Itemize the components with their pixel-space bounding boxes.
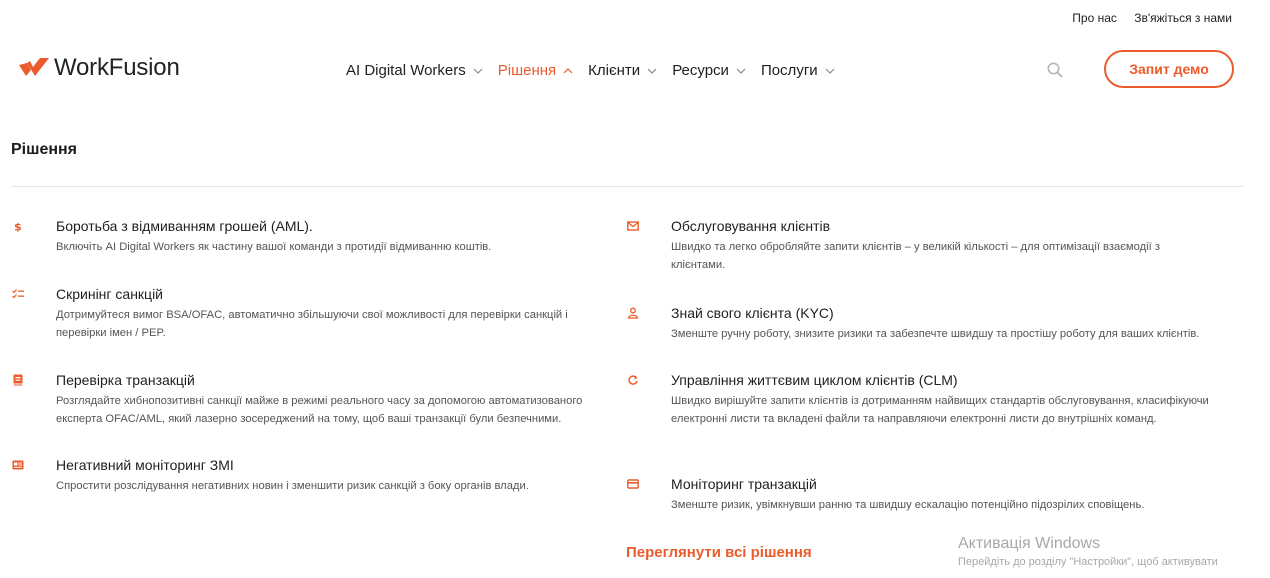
watermark-subtitle: Перейдіть до розділу "Настройки", щоб ак… [958, 556, 1218, 568]
search-icon[interactable] [1046, 61, 1064, 79]
nav-resources[interactable]: Ресурси [672, 62, 747, 79]
nav-clients[interactable]: Клієнти [588, 62, 658, 79]
utility-links: Про нас Зв'яжіться з нами [1058, 11, 1232, 25]
logo-mark-icon [19, 58, 49, 76]
envelope-icon [627, 220, 639, 232]
about-link[interactable]: Про нас [1072, 11, 1117, 25]
chevron-down-icon [646, 66, 658, 76]
nav-label: Послуги [760, 62, 818, 79]
newspaper-icon [12, 459, 24, 471]
card-icon [627, 478, 639, 490]
solution-description: Швидко вирішуйте запити клієнтів із дотр… [671, 395, 1209, 425]
divider [11, 186, 1243, 187]
svg-text:$: $ [14, 221, 22, 233]
nav-label: Клієнти [588, 62, 641, 79]
solution-title: Боротьба з відмиванням грошей (AML). [56, 218, 313, 234]
chevron-up-icon [562, 66, 574, 76]
chevron-down-icon [472, 66, 484, 76]
book-icon [12, 374, 24, 386]
main-nav: AI Digital Workers Рішення Клієнти Ресур… [346, 62, 836, 79]
solution-description: Зменште ручну роботу, знизите ризики та … [671, 328, 1200, 340]
request-demo-button[interactable]: Запит демо [1104, 50, 1234, 88]
solution-description: Зменште ризик, увімкнувши ранню та швидш… [671, 499, 1145, 511]
workfusion-logo[interactable]: WorkFusion [18, 54, 180, 82]
view-all-solutions-link[interactable]: Переглянути всі рішення [626, 544, 812, 561]
solution-title: Скринінг санкцій [56, 286, 164, 302]
solution-title: Моніторинг транзакцій [671, 476, 817, 492]
section-title: Рішення [11, 141, 78, 158]
solution-description: Дотримуйтеся вимог BSA/OFAC, автоматично… [56, 309, 568, 339]
solution-description: Розглядайте хибнопозитивні санкції майже… [56, 395, 583, 425]
nav-label: Ресурси [672, 62, 729, 79]
chevron-down-icon [824, 66, 836, 76]
solution-title: Обслуговування клієнтів [671, 218, 831, 234]
contact-link[interactable]: Зв'яжіться з нами [1134, 11, 1232, 25]
nav-label: AI Digital Workers [346, 62, 466, 79]
solution-title: Перевірка транзакцій [56, 372, 195, 388]
dollar-icon: $ [12, 220, 24, 233]
person-icon [627, 307, 639, 319]
checklist-icon [12, 288, 24, 300]
cycle-icon [627, 374, 639, 386]
nav-services[interactable]: Послуги [761, 62, 836, 79]
solution-title: Управління життєвим циклом клієнтів (CLM… [671, 372, 958, 388]
watermark-title: Активація Windows [958, 535, 1101, 552]
solution-description: Швидко та легко обробляйте запити клієнт… [671, 241, 1160, 271]
chevron-down-icon [735, 66, 747, 76]
nav-label: Рішення [497, 62, 557, 79]
nav-solutions[interactable]: Рішення [498, 62, 574, 79]
solution-title: Знай свого клієнта (KYC) [671, 305, 834, 321]
windows-activation-watermark: Активація Windows Перейдіть до розділу "… [958, 535, 1218, 568]
solution-title: Негативний моніторинг ЗМІ [56, 457, 234, 473]
logo-wordmark: WorkFusion [54, 54, 180, 81]
solution-description: Включіть AI Digital Workers як частину в… [56, 241, 492, 253]
solution-description: Спростити розслідування негативних новин… [56, 480, 529, 492]
nav-ai-digital-workers[interactable]: AI Digital Workers [346, 62, 484, 79]
